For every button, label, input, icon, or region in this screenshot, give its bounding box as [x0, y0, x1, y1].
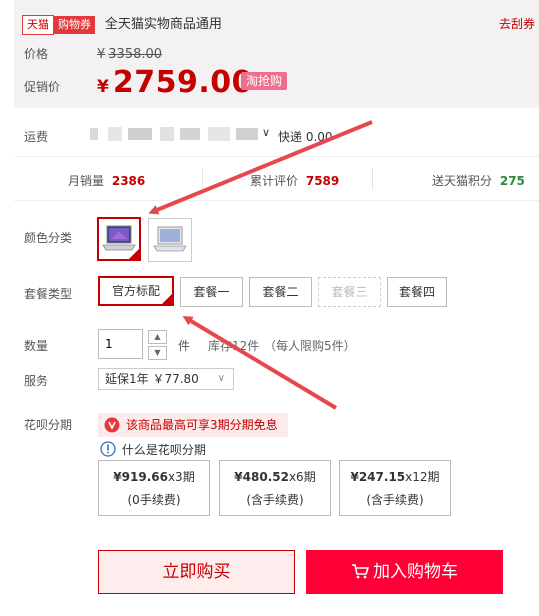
annotation-arrows: [148, 120, 373, 410]
annotation-arrow: [182, 315, 338, 410]
annotation-arrow: [148, 120, 373, 215]
